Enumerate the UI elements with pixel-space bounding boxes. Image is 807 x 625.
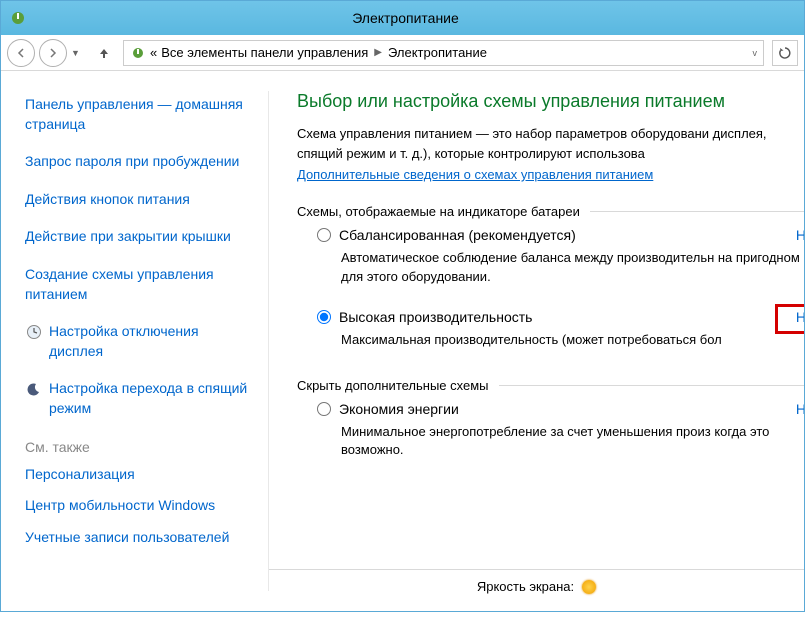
history-dropdown[interactable]: ▼ [71,48,85,58]
window-title: Электропитание [37,10,804,26]
refresh-button[interactable] [772,40,798,66]
titlebar: Электропитание [1,1,804,35]
plan-saver-config-link[interactable]: Н [796,401,804,417]
plan-highperf-radio[interactable] [317,310,331,324]
sidebar-link-create-plan[interactable]: Создание схемы управления питанием [25,265,251,304]
group-header-hidden[interactable]: Скрыть дополнительные схемы [297,378,804,393]
clock-icon [25,323,43,341]
brightness-row: Яркость экрана: [269,569,804,603]
moon-icon [25,380,43,398]
forward-button[interactable] [39,39,67,67]
sidebar-link-lid[interactable]: Действие при закрытии крышки [25,227,251,247]
sidebar-link-password[interactable]: Запрос пароля при пробуждении [25,152,251,172]
plan-highperf-label[interactable]: Высокая производительность [339,309,532,325]
breadcrumb-prefix: « [150,45,157,60]
back-button[interactable] [7,39,35,67]
up-button[interactable] [93,42,115,64]
main-panel: Выбор или настройка схемы управления пит… [269,71,804,611]
breadcrumb-part-2[interactable]: Электропитание [388,45,487,60]
app-icon [9,9,27,27]
chevron-right-icon: ▶ [374,47,382,58]
plan-balanced: Сбалансированная (рекомендуется) Н Автом… [317,227,804,287]
sidebar-link-display-off[interactable]: Настройка отключения дисплея [49,322,251,361]
plan-balanced-label[interactable]: Сбалансированная (рекомендуется) [339,227,576,243]
sidebar-link-sleep[interactable]: Настройка перехода в спящий режим [49,379,251,418]
plan-highperf-config-link[interactable]: Н [796,309,804,325]
more-info-link[interactable]: Дополнительные сведения о схемах управле… [297,167,653,182]
see-also-mobility[interactable]: Центр мобильности Windows [25,496,251,516]
plan-balanced-radio[interactable] [317,228,331,242]
sidebar-link-buttons[interactable]: Действия кнопок питания [25,190,251,210]
group-header-visible: Схемы, отображаемые на индикаторе батаре… [297,204,804,219]
see-also-personalization[interactable]: Персонализация [25,465,251,485]
group-header-visible-label: Схемы, отображаемые на индикаторе батаре… [297,204,580,219]
breadcrumb-icon [130,45,146,61]
plan-saver-label[interactable]: Экономия энергии [339,401,459,417]
sidebar: Панель управления — домашняя страница За… [1,71,269,611]
sidebar-home-link[interactable]: Панель управления — домашняя страница [25,95,251,134]
brightness-label: Яркость экрана: [477,579,574,594]
plan-saver-radio[interactable] [317,402,331,416]
navbar: ▼ « Все элементы панели управления ▶ Эле… [1,35,804,71]
group-header-hidden-label: Скрыть дополнительные схемы [297,378,489,393]
breadcrumb[interactable]: « Все элементы панели управления ▶ Элект… [123,40,764,66]
see-also-heading: См. также [25,439,251,455]
breadcrumb-dropdown[interactable]: v [753,48,758,58]
plan-balanced-config-link[interactable]: Н [796,227,804,243]
see-also-accounts[interactable]: Учетные записи пользователей [25,528,251,548]
plan-balanced-desc: Автоматическое соблюдение баланса между … [341,249,804,287]
plan-saver-desc: Минимальное энергопотребление за счет ум… [341,423,804,461]
plan-saver: Экономия энергии Н Минимальное энергопот… [317,401,804,461]
page-title: Выбор или настройка схемы управления пит… [297,91,804,112]
page-description: Схема управления питанием — это набор па… [297,124,804,163]
breadcrumb-part-1[interactable]: Все элементы панели управления [161,45,368,60]
sun-icon [582,580,596,594]
plan-highperf: Высокая производительность Н Максимальна… [317,309,804,350]
plan-highperf-desc: Максимальная производительность (может п… [341,331,804,350]
